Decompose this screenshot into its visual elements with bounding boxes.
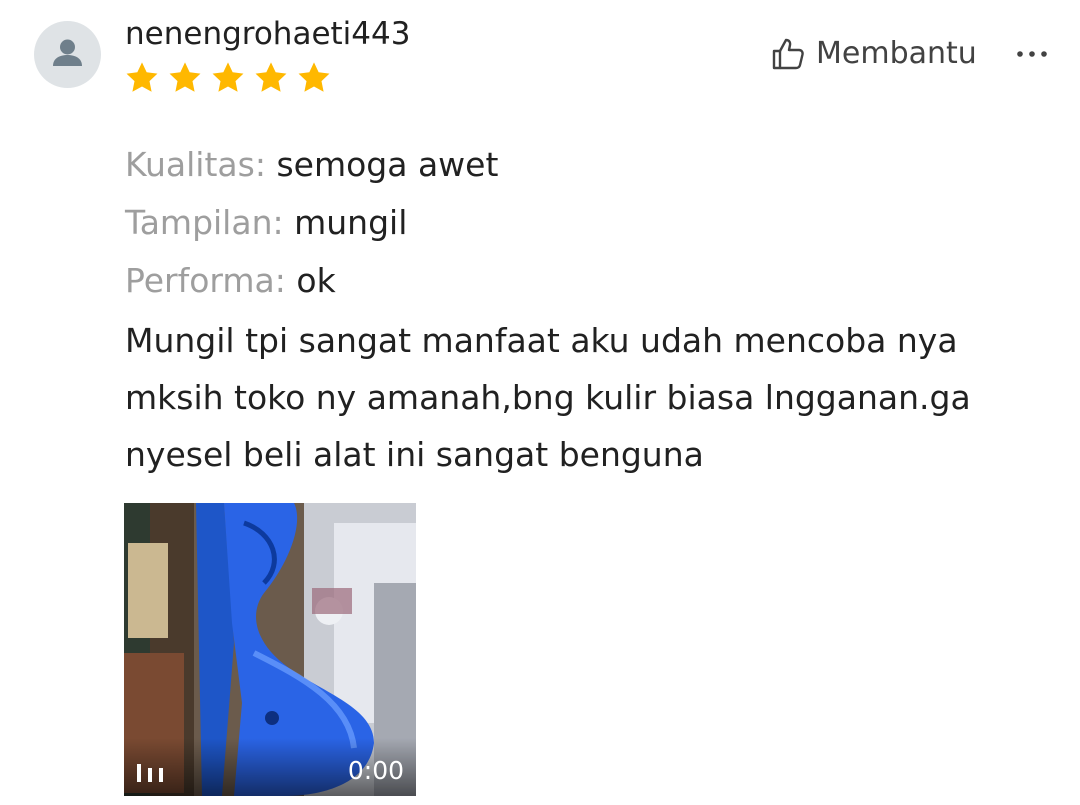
avatar[interactable] xyxy=(34,21,101,88)
thumbs-up-icon xyxy=(772,38,804,70)
attribute-key: Kualitas: xyxy=(125,145,266,184)
reviewer-username: nenengrohaeti443 xyxy=(125,16,411,52)
star-icon xyxy=(169,62,201,92)
user-icon xyxy=(53,39,82,66)
star-icon xyxy=(298,62,330,92)
review-text-line: mksih toko ny amanah,bng kulir biasa lng… xyxy=(125,378,971,417)
star-icon xyxy=(255,62,287,92)
more-options-button[interactable] xyxy=(1010,36,1054,72)
review-attributes: Kualitas: semoga awet Tampilan: mungil P… xyxy=(125,136,498,310)
attribute-row-appearance: Tampilan: mungil xyxy=(125,194,498,252)
review-video-thumbnail[interactable]: 0:00 xyxy=(124,503,416,796)
attribute-row-quality: Kualitas: semoga awet xyxy=(125,136,498,194)
attribute-value: mungil xyxy=(294,203,408,242)
helpful-label: Membantu xyxy=(816,36,977,71)
attribute-key: Tampilan: xyxy=(125,203,284,242)
review-text: Mungil tpi sangat manfaat aku udah menco… xyxy=(125,312,1055,483)
attribute-row-performance: Performa: ok xyxy=(125,252,498,310)
attribute-key: Performa: xyxy=(125,261,286,300)
attribute-value: ok xyxy=(296,261,336,300)
star-icon xyxy=(212,62,244,92)
more-options-icon xyxy=(1017,51,1047,57)
star-icon xyxy=(126,62,158,92)
review-text-line: nyesel beli alat ini sangat benguna xyxy=(125,435,704,474)
attribute-value: semoga awet xyxy=(276,145,499,184)
star-rating xyxy=(124,60,332,96)
review-text-line: Mungil tpi sangat manfaat aku udah menco… xyxy=(125,321,958,360)
video-duration: 0:00 xyxy=(347,756,404,785)
helpful-button[interactable]: Membantu xyxy=(770,34,977,74)
video-icon xyxy=(137,764,163,782)
